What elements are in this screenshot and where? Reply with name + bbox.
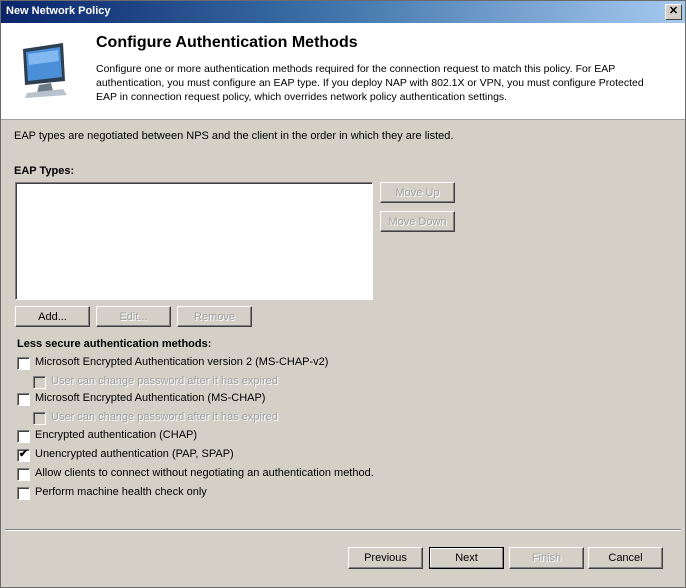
no-negotiation-label: Allow clients to connect without negotia… (35, 467, 374, 479)
cancel-button[interactable]: Cancel (588, 547, 663, 569)
previous-button[interactable]: Previous (348, 547, 423, 569)
pap-spap-label: Unencrypted authentication (PAP, SPAP) (35, 448, 234, 460)
close-button[interactable]: ✕ (665, 4, 682, 20)
new-network-policy-window: New Network Policy ✕ Configure Authentic… (0, 0, 686, 588)
edit-button[interactable]: Edit... (96, 306, 171, 327)
mschapv2-change-password-checkbox[interactable] (33, 376, 46, 389)
move-down-button[interactable]: Move Down (380, 211, 455, 232)
eap-types-list[interactable] (15, 182, 373, 300)
computer-monitor-icon (23, 43, 67, 98)
next-button[interactable]: Next (429, 547, 504, 569)
remove-button[interactable]: Remove (177, 306, 252, 327)
pap-spap-checkbox[interactable]: ✔ (17, 448, 30, 462)
no-negotiation-checkbox[interactable] (17, 468, 30, 481)
footer-separator (5, 529, 681, 531)
mschapv2-label: Microsoft Encrypted Authentication versi… (35, 356, 329, 368)
machine-health-check-label: Perform machine health check only (35, 486, 207, 498)
move-up-button[interactable]: Move Up (380, 182, 455, 203)
window-title: New Network Policy (6, 5, 111, 17)
wizard-header: Configure Authentication Methods Configu… (1, 23, 685, 120)
page-description: Configure one or more authentication met… (96, 63, 644, 103)
mschap-checkbox[interactable] (17, 393, 30, 406)
mschap-label: Microsoft Encrypted Authentication (MS-C… (35, 392, 266, 404)
title-bar[interactable]: New Network Policy ✕ (1, 1, 685, 23)
finish-button[interactable]: Finish (509, 547, 584, 569)
mschapv2-change-password-label: User can change password after it has ex… (51, 375, 278, 387)
checkmark-icon: ✔ (18, 448, 29, 460)
less-secure-methods-label: Less secure authentication methods: (17, 338, 212, 350)
mschapv2-checkbox[interactable] (17, 357, 30, 370)
add-button[interactable]: Add... (15, 306, 90, 327)
chap-checkbox[interactable] (17, 430, 30, 443)
eap-types-label: EAP Types: (14, 165, 75, 177)
page-title: Configure Authentication Methods (96, 34, 358, 51)
chap-label: Encrypted authentication (CHAP) (35, 429, 198, 441)
mschap-change-password-label: User can change password after it has ex… (51, 411, 278, 423)
machine-health-check-checkbox[interactable] (17, 487, 30, 500)
info-text: EAP types are negotiated between NPS and… (14, 130, 454, 142)
mschap-change-password-checkbox[interactable] (33, 412, 46, 425)
